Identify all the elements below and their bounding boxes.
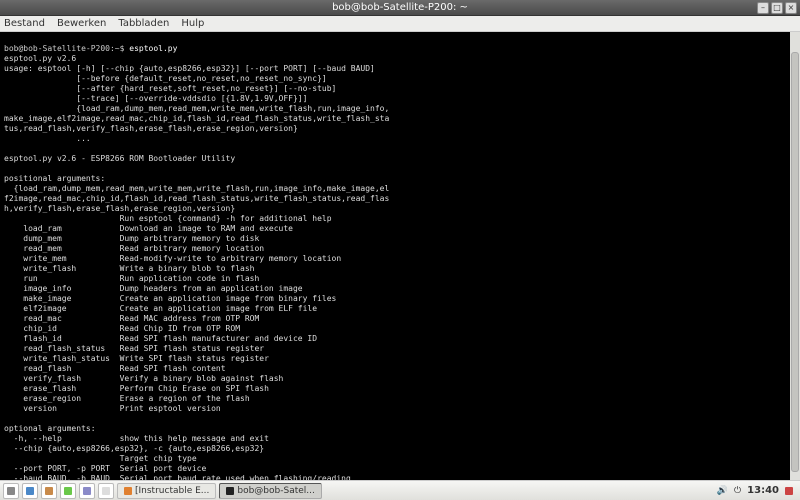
- taskbar: [Instructable E... bob@bob-Satel... 🔊 ⏻ …: [0, 480, 800, 500]
- volume-icon[interactable]: 🔊: [717, 486, 728, 496]
- terminal-output: esptool.py v2.6 usage: esptool [-h] [--c…: [4, 54, 796, 480]
- menu-bestand[interactable]: Bestand: [4, 18, 45, 29]
- app-icon: [64, 487, 72, 495]
- minimize-button[interactable]: –: [757, 2, 769, 14]
- show-desktop[interactable]: [98, 483, 114, 499]
- task-item-terminal[interactable]: bob@bob-Satel...: [219, 483, 322, 499]
- menu-tabbladen[interactable]: Tabbladen: [118, 18, 169, 29]
- window-controls: – □ ×: [757, 2, 797, 14]
- scrollbar[interactable]: [790, 32, 800, 480]
- task-item-instructable[interactable]: [Instructable E...: [117, 483, 216, 499]
- task-label: [Instructable E...: [135, 486, 209, 496]
- app-icon: [124, 487, 132, 495]
- window-title: bob@bob-Satellite-P200: ~: [332, 2, 468, 13]
- menubar: Bestand Bewerken Tabbladen Hulp: [0, 16, 800, 32]
- launcher-4[interactable]: [79, 483, 95, 499]
- launcher-1[interactable]: [22, 483, 38, 499]
- prompt-line: bob@bob-Satellite-P200:~$ esptool.py: [4, 44, 177, 53]
- scrollbar-thumb[interactable]: [791, 52, 799, 472]
- terminal-icon: [226, 487, 234, 495]
- launcher-2[interactable]: [41, 483, 57, 499]
- close-button[interactable]: ×: [785, 2, 797, 14]
- tray-indicator[interactable]: [785, 487, 793, 495]
- app-icon: [83, 487, 91, 495]
- launcher-3[interactable]: [60, 483, 76, 499]
- app-icon: [26, 487, 34, 495]
- clock[interactable]: 13:40: [747, 485, 779, 496]
- maximize-button[interactable]: □: [771, 2, 783, 14]
- window-titlebar: bob@bob-Satellite-P200: ~ – □ ×: [0, 0, 800, 16]
- terminal-viewport[interactable]: bob@bob-Satellite-P200:~$ esptool.py esp…: [0, 32, 800, 480]
- start-icon: [7, 487, 15, 495]
- start-button[interactable]: [3, 483, 19, 499]
- task-label: bob@bob-Satel...: [237, 486, 315, 496]
- desktop-icon: [102, 487, 110, 495]
- tray-icon[interactable]: ⏻: [734, 486, 741, 496]
- app-icon: [45, 487, 53, 495]
- menu-bewerken[interactable]: Bewerken: [57, 18, 106, 29]
- system-tray: 🔊 ⏻ 13:40: [717, 485, 797, 496]
- menu-hulp[interactable]: Hulp: [181, 18, 204, 29]
